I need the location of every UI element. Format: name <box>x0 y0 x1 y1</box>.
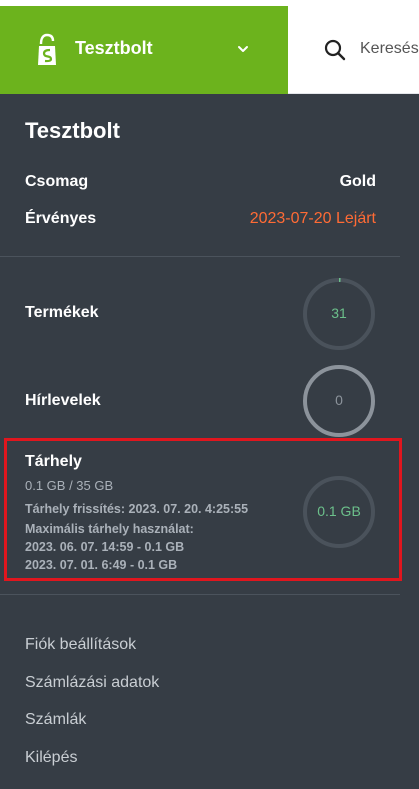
shop-bag-logo-icon <box>38 33 56 65</box>
billing-details-link[interactable]: Számlázási adatok <box>25 674 159 692</box>
storage-max-entry: 2023. 06. 07. 14:59 - 0.1 GB <box>25 540 185 554</box>
storage-ring-text: 0.1 GB <box>317 503 361 519</box>
products-count: 31 <box>331 305 347 321</box>
newsletters-label: Hírlevelek <box>25 392 101 409</box>
account-settings-link[interactable]: Fiók beállítások <box>25 636 136 654</box>
search-bar <box>288 6 419 94</box>
chevron-down-icon <box>238 46 248 52</box>
package-value: Gold <box>339 173 376 190</box>
storage-label: Tárhely <box>25 453 82 470</box>
invoices-link[interactable]: Számlák <box>25 711 86 729</box>
valid-value: 2023-07-20 Lejárt <box>249 210 376 227</box>
divider <box>0 594 400 595</box>
valid-label: Érvényes <box>25 210 97 227</box>
storage-max-label: Maximális tárhely használat: <box>25 522 194 536</box>
storage-max-entry: 2023. 07. 01. 6:49 - 0.1 GB <box>25 558 178 572</box>
package-label: Csomag <box>25 173 89 190</box>
store-switcher-button[interactable]: Tesztbolt <box>0 6 288 94</box>
account-dropdown-panel: Tesztbolt Csomag Gold Érvényes 2023-07-2… <box>0 94 419 789</box>
search-input[interactable] <box>360 36 419 62</box>
store-name: Tesztbolt <box>75 38 153 58</box>
search-icon[interactable] <box>324 39 346 61</box>
logout-link[interactable]: Kilépés <box>25 749 77 767</box>
divider <box>0 256 400 257</box>
storage-refresh: Tárhely frissítés: 2023. 07. 20. 4:25:55 <box>25 502 249 516</box>
newsletters-count: 0 <box>335 392 343 408</box>
account-title: Tesztbolt <box>25 118 120 143</box>
storage-usage: 0.1 GB / 35 GB <box>25 478 114 493</box>
products-label: Termékek <box>25 304 99 321</box>
